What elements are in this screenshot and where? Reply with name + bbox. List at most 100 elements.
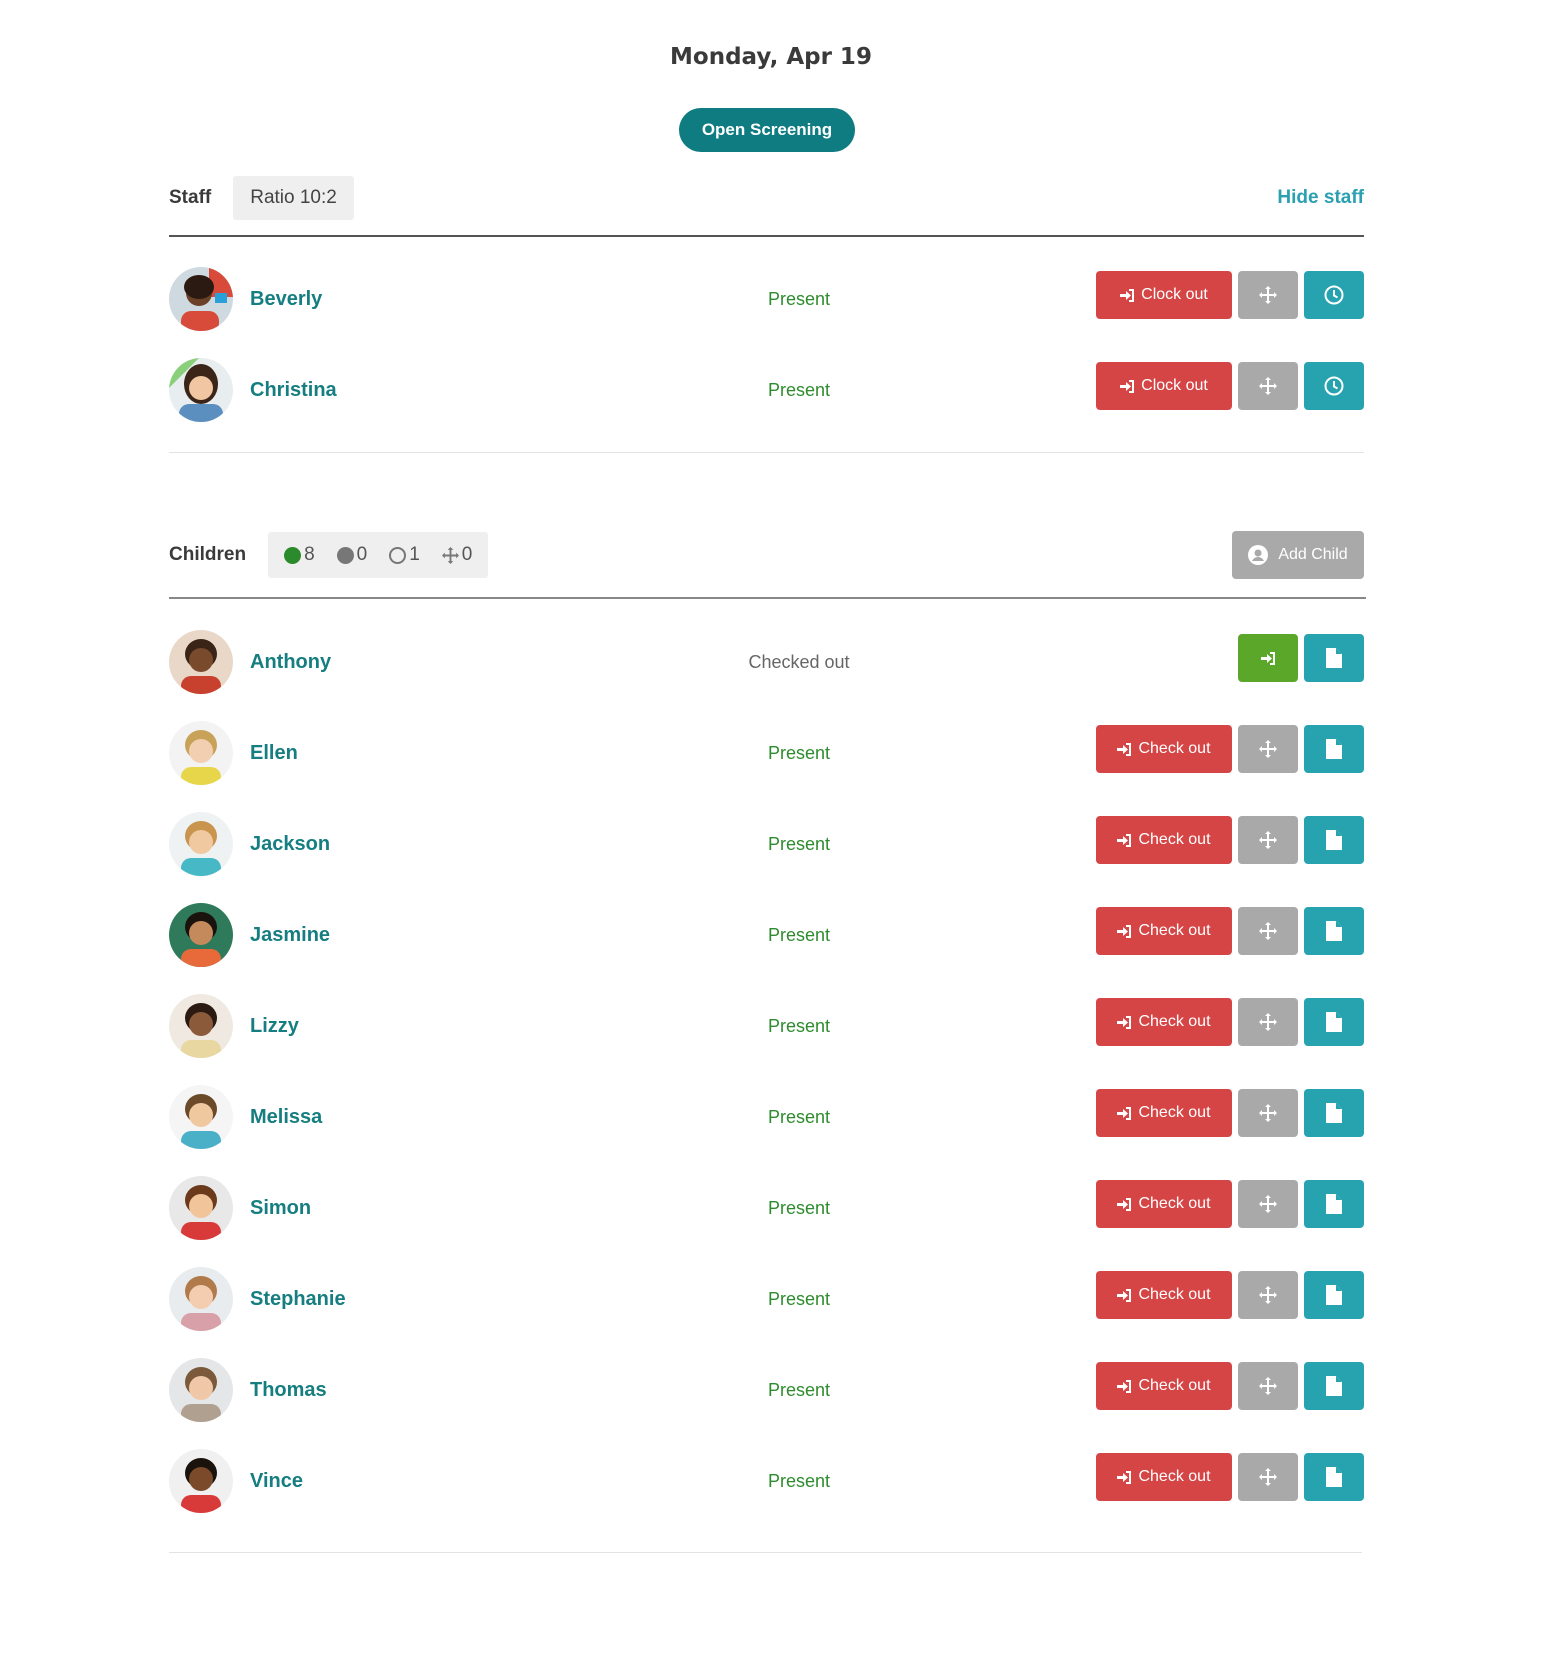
add-child-label: Add Child	[1278, 546, 1348, 563]
add-child-button[interactable]: Add Child	[1232, 531, 1364, 579]
row-actions: Check out	[1096, 725, 1364, 773]
child-name[interactable]: Lizzy	[250, 994, 299, 1058]
check-out-label: Check out	[1138, 1104, 1211, 1121]
sign-in-icon	[1117, 1197, 1132, 1211]
move-button[interactable]	[1238, 1453, 1298, 1501]
report-button[interactable]	[1304, 1271, 1364, 1319]
move-button[interactable]	[1238, 907, 1298, 955]
avatar	[169, 1267, 233, 1331]
check-out-button[interactable]: Check out	[1096, 1180, 1232, 1228]
child-name[interactable]: Anthony	[250, 630, 331, 694]
document-icon	[1326, 1194, 1342, 1214]
child-row: Vince Present Check out	[169, 1449, 1364, 1513]
hide-staff-link[interactable]: Hide staff	[1277, 187, 1364, 209]
clock-history-button[interactable]	[1304, 271, 1364, 319]
child-row: Melissa Present Check out	[169, 1085, 1364, 1149]
report-button[interactable]	[1304, 725, 1364, 773]
document-icon	[1326, 830, 1342, 850]
move-icon	[1259, 1013, 1277, 1031]
child-name[interactable]: Jackson	[250, 812, 330, 876]
report-button[interactable]	[1304, 1180, 1364, 1228]
check-out-button[interactable]: Check out	[1096, 907, 1232, 955]
check-out-button[interactable]: Check out	[1096, 816, 1232, 864]
move-button[interactable]	[1238, 998, 1298, 1046]
absent-count: 0	[336, 544, 367, 566]
sign-in-icon	[1117, 1288, 1132, 1302]
move-icon	[1259, 1195, 1277, 1213]
check-out-button[interactable]: Check out	[1096, 1453, 1232, 1501]
avatar	[169, 630, 233, 694]
move-button[interactable]	[1238, 271, 1298, 319]
status-text: Present	[767, 924, 831, 945]
report-button[interactable]	[1304, 634, 1364, 682]
row-actions: Check out	[1096, 1180, 1364, 1228]
avatar	[169, 1176, 233, 1240]
clock-out-button[interactable]: Clock out	[1096, 362, 1232, 410]
avatar	[169, 1358, 233, 1422]
status-text: Checked out	[748, 651, 850, 672]
user-circle-icon	[1248, 545, 1269, 565]
report-button[interactable]	[1304, 1089, 1364, 1137]
child-name[interactable]: Stephanie	[250, 1267, 346, 1331]
sign-in-icon	[1117, 1379, 1132, 1393]
clock-history-button[interactable]	[1304, 362, 1364, 410]
report-button[interactable]	[1304, 816, 1364, 864]
row-actions: Clock out	[1096, 271, 1364, 319]
move-icon	[1259, 1286, 1277, 1304]
child-name[interactable]: Vince	[250, 1449, 303, 1513]
row-actions: Check out	[1096, 1453, 1364, 1501]
check-out-button[interactable]: Check out	[1096, 1089, 1232, 1137]
staff-name[interactable]: Beverly	[250, 267, 322, 331]
status-text: Present	[767, 1015, 831, 1036]
child-name[interactable]: Thomas	[250, 1358, 327, 1422]
move-button[interactable]	[1238, 725, 1298, 773]
move-button[interactable]	[1238, 1271, 1298, 1319]
check-out-button[interactable]: Check out	[1096, 998, 1232, 1046]
move-icon	[1259, 1468, 1277, 1486]
move-icon	[1259, 1377, 1277, 1395]
report-button[interactable]	[1304, 907, 1364, 955]
clock-icon	[1324, 285, 1344, 305]
status-text: Present	[767, 1197, 831, 1218]
child-name[interactable]: Ellen	[250, 721, 298, 785]
present-count: 8	[284, 544, 315, 566]
report-button[interactable]	[1304, 1453, 1364, 1501]
move-button[interactable]	[1238, 816, 1298, 864]
sign-in-icon	[1120, 379, 1135, 393]
check-out-label: Check out	[1138, 831, 1211, 848]
check-out-label: Check out	[1138, 1468, 1211, 1485]
child-row: Anthony Checked out	[169, 630, 1364, 694]
document-icon	[1326, 1467, 1342, 1487]
report-button[interactable]	[1304, 1362, 1364, 1410]
staff-divider	[169, 235, 1364, 237]
report-button[interactable]	[1304, 998, 1364, 1046]
check-in-button[interactable]	[1238, 634, 1298, 682]
check-out-label: Check out	[1138, 740, 1211, 757]
avatar	[169, 994, 233, 1058]
move-button[interactable]	[1238, 1180, 1298, 1228]
child-row: Simon Present Check out	[169, 1176, 1364, 1240]
check-out-button[interactable]: Check out	[1096, 1362, 1232, 1410]
child-name[interactable]: Simon	[250, 1176, 311, 1240]
move-button[interactable]	[1238, 1089, 1298, 1137]
expected-count: 1	[389, 544, 420, 566]
staff-end-divider	[169, 452, 1364, 453]
row-actions: Clock out	[1096, 362, 1364, 410]
move-button[interactable]	[1238, 362, 1298, 410]
document-icon	[1326, 648, 1342, 668]
clock-out-button[interactable]: Clock out	[1096, 271, 1232, 319]
check-out-button[interactable]: Check out	[1096, 725, 1232, 773]
move-button[interactable]	[1238, 1362, 1298, 1410]
status-text: Present	[767, 1288, 831, 1309]
child-name[interactable]: Jasmine	[250, 903, 330, 967]
child-name[interactable]: Melissa	[250, 1085, 322, 1149]
open-screening-button[interactable]: Open Screening	[679, 108, 855, 152]
sign-in-icon	[1117, 1015, 1132, 1029]
check-out-label: Check out	[1138, 1013, 1211, 1030]
page-title: Monday, Apr 19	[670, 44, 872, 70]
child-row: Jasmine Present Check out	[169, 903, 1364, 967]
clock-out-label: Clock out	[1141, 377, 1208, 394]
check-out-button[interactable]: Check out	[1096, 1271, 1232, 1319]
staff-name[interactable]: Christina	[250, 358, 337, 422]
attendance-counts: 8 0 1 0	[268, 532, 489, 578]
